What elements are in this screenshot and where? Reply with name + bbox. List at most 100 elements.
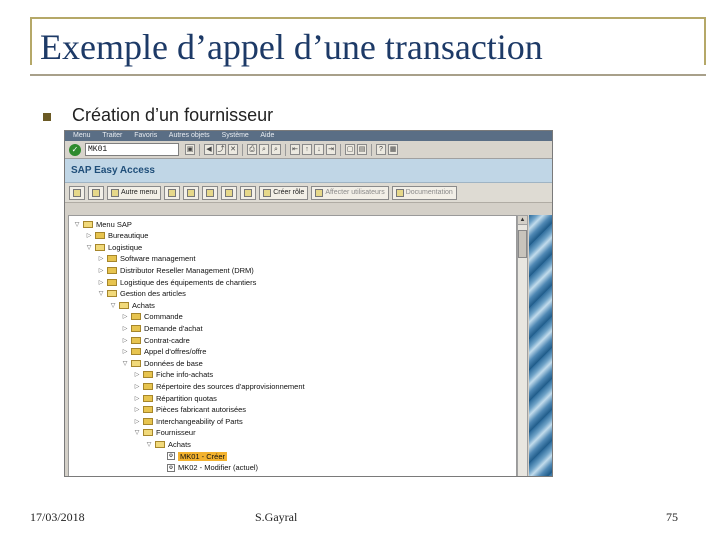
save-icon[interactable]: ▣ <box>185 144 195 155</box>
expand-icon[interactable]: ▷ <box>121 325 129 332</box>
help-icon[interactable]: ? <box>376 144 386 155</box>
menu-item[interactable]: Traiter <box>102 132 122 139</box>
create-role-button[interactable]: Créer rôle <box>259 185 309 200</box>
collapse-icon[interactable]: ▽ <box>109 302 117 309</box>
expand-icon[interactable]: ▷ <box>97 279 105 286</box>
delete-icon <box>187 188 196 197</box>
new-session-icon[interactable]: ▢ <box>345 144 355 155</box>
tree-scrollbar[interactable]: ▲ <box>517 215 528 476</box>
add-favorite-button[interactable] <box>164 185 181 200</box>
expand-icon[interactable]: ▷ <box>133 395 141 402</box>
first-page-icon[interactable]: ⇤ <box>290 144 300 155</box>
back-icon[interactable]: ◀ <box>204 144 214 155</box>
tree-node[interactable]: ▷ Appel d'offres/offre <box>121 346 207 358</box>
tree-node[interactable]: ▷ Fiche info-achats <box>133 369 213 381</box>
sap-menu-button[interactable] <box>88 185 104 200</box>
print-icon[interactable]: ⎙ <box>247 144 257 155</box>
delete-favorite-button[interactable] <box>183 185 200 200</box>
favorite-icon <box>168 188 177 197</box>
documentation-button[interactable]: Documentation <box>391 185 457 200</box>
tree-node-label: Pièces fabricant autorisées <box>156 405 247 415</box>
tree-node[interactable]: ▷ Pièces fabricant autorisées <box>133 404 246 416</box>
folder-open-icon <box>107 290 117 298</box>
tree-node[interactable]: ▷ Bureautique <box>85 230 149 242</box>
next-page-icon[interactable]: ↓ <box>314 144 324 155</box>
find-icon[interactable]: ⌕ <box>259 144 269 155</box>
decorative-image <box>529 215 552 476</box>
scroll-up-icon[interactable]: ▲ <box>518 216 527 225</box>
tree-node[interactable]: ▽ Données de base <box>121 357 203 369</box>
tree-node-label: Menu SAP <box>96 219 132 229</box>
other-menu-button[interactable]: Autre menu <box>107 185 162 200</box>
menu-item[interactable]: Aide <box>260 132 274 139</box>
assign-users-button[interactable]: Affecter utilisateurs <box>311 185 389 200</box>
cancel-icon[interactable]: ✕ <box>228 144 238 155</box>
tree-node-label: Achats <box>168 439 191 449</box>
folder-icon <box>143 371 153 379</box>
folder-icon <box>131 324 141 332</box>
collapse-icon[interactable]: ▽ <box>121 360 129 367</box>
tree-node[interactable]: ▷ Distributor Reseller Management (DRM) <box>97 264 254 276</box>
collapse-icon[interactable]: ▽ <box>73 221 81 228</box>
expand-icon[interactable]: ▷ <box>133 371 141 378</box>
tree-node[interactable]: ▽ Achats <box>109 299 155 311</box>
tree-node[interactable]: ▽ Logistique <box>85 241 143 253</box>
menu-item[interactable]: Favoris <box>134 132 157 139</box>
tree-node[interactable]: ▽ Achats <box>145 438 191 450</box>
arrow-up-icon <box>225 188 234 197</box>
expand-icon[interactable]: ▷ <box>133 406 141 413</box>
title-frame-right <box>704 17 706 65</box>
find-next-icon[interactable]: ⌕ <box>271 144 281 155</box>
collapse-icon[interactable]: ▽ <box>133 429 141 436</box>
expand-icon[interactable]: ▷ <box>133 383 141 390</box>
shortcut-icon[interactable]: ▤ <box>357 144 367 155</box>
tree-node[interactable]: ▷ Contrat-cadre <box>121 334 190 346</box>
tree-node[interactable]: ▷ Répartition quotas <box>133 392 217 404</box>
scroll-thumb[interactable] <box>518 230 527 258</box>
transaction-node[interactable]: ⚙ MK02 - Modifier (actuel) <box>157 462 258 474</box>
tree-node-label: Logistique des équipements de chantiers <box>120 277 257 287</box>
tree-node[interactable]: ▷ Software management <box>97 253 196 265</box>
tree-node[interactable]: ▷ Répertoire des sources d'approvisionnem… <box>133 380 305 392</box>
change-favorite-button[interactable] <box>202 185 219 200</box>
toolbar-separator <box>242 143 243 156</box>
tree-node[interactable]: ▽ Gestion des articles <box>97 288 186 300</box>
menu-item[interactable]: Menu <box>73 132 91 139</box>
folder-open-icon <box>83 220 93 228</box>
expand-icon[interactable]: ▷ <box>97 255 105 262</box>
expand-icon[interactable]: ▷ <box>97 267 105 274</box>
tree-node[interactable]: ▷ Demande d'achat <box>121 322 203 334</box>
tree-node-label: Interchangeability of Parts <box>156 416 243 426</box>
previous-page-icon[interactable]: ↑ <box>302 144 312 155</box>
transaction-node[interactable]: ⚙ MK01 - Créer <box>157 450 228 462</box>
command-field[interactable]: MK01 <box>85 143 179 156</box>
tree-node-label: Données de base <box>144 358 203 368</box>
exit-icon[interactable]: ⤴ <box>216 144 226 155</box>
tree-node[interactable]: ▽ Menu SAP <box>73 218 132 230</box>
last-page-icon[interactable]: ⇥ <box>326 144 336 155</box>
folder-icon <box>143 382 153 390</box>
sap-system-toolbar: ✓ MK01 ▣ ◀ ⤴ ✕ ⎙ ⌕ ⌕ ⇤ ↑ ↓ ⇥ ▢ ▤ ? ▦ <box>65 141 552 159</box>
pencil-icon <box>206 188 215 197</box>
expand-icon[interactable]: ▷ <box>85 232 93 239</box>
layout-menu-icon[interactable]: ▦ <box>388 144 398 155</box>
toolbar-separator <box>371 143 372 156</box>
menu-item[interactable]: Autres objets <box>169 132 210 139</box>
collapse-icon[interactable]: ▽ <box>85 244 93 251</box>
collapse-icon[interactable]: ▽ <box>145 441 153 448</box>
move-down-button[interactable] <box>240 185 257 200</box>
enter-check-icon[interactable]: ✓ <box>69 143 81 156</box>
folder-open-icon <box>155 440 165 448</box>
tree-node[interactable]: ▽ Fournisseur <box>133 427 196 439</box>
tree-node[interactable]: ▷ Logistique des équipements de chantiers <box>97 276 257 288</box>
expand-icon[interactable]: ▷ <box>133 418 141 425</box>
expand-icon[interactable]: ▷ <box>121 313 129 320</box>
tree-node[interactable]: ▷ Commande <box>121 311 183 323</box>
menu-item[interactable]: Système <box>222 132 249 139</box>
expand-icon[interactable]: ▷ <box>121 337 129 344</box>
tree-node[interactable]: ▷ Interchangeability of Parts <box>133 415 243 427</box>
collapse-icon[interactable]: ▽ <box>97 290 105 297</box>
move-up-button[interactable] <box>221 185 238 200</box>
expand-icon[interactable]: ▷ <box>121 348 129 355</box>
user-menu-button[interactable] <box>69 185 85 200</box>
